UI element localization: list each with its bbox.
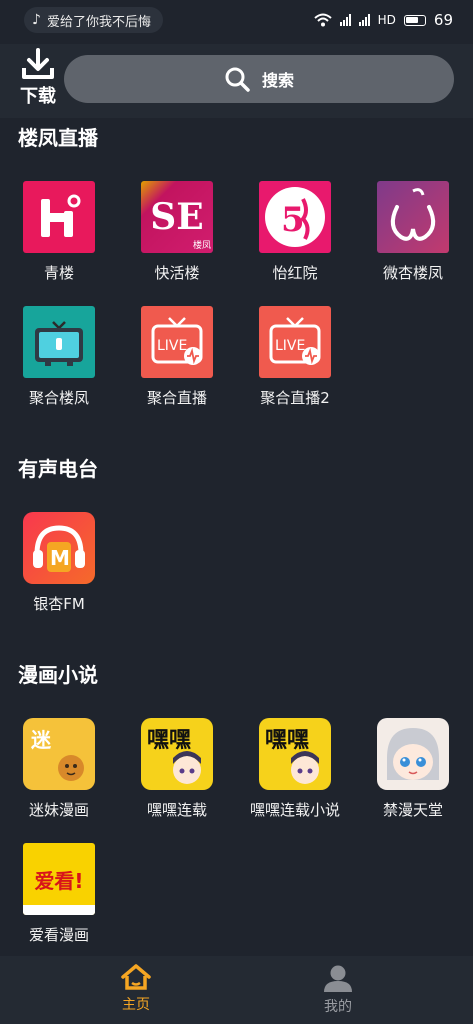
svg-text:5: 5 xyxy=(281,200,305,240)
tv-app-icon xyxy=(23,306,95,378)
svg-text:LIVE: LIVE xyxy=(275,338,305,354)
svg-text:LIVE: LIVE xyxy=(157,338,187,354)
app-tile-juhe-zhibo[interactable]: LIVE 聚合直播 xyxy=(118,306,236,408)
app-tile-heihei[interactable]: 嘿嘿 嘿嘿连载 xyxy=(118,718,236,820)
app-tile-aikan[interactable]: 爱看! 爱看漫画 xyxy=(0,843,118,945)
search-icon xyxy=(225,67,250,92)
download-icon xyxy=(22,48,54,79)
signal-1-icon xyxy=(339,14,351,26)
app-label: 聚合直播 xyxy=(146,389,207,407)
jinman-app-icon xyxy=(377,718,449,790)
music-note-icon: ♪ xyxy=(32,12,41,28)
mimei-app-icon: 迷 xyxy=(23,718,95,790)
heihei-novel-app-icon: 嘿嘿 xyxy=(259,718,331,790)
kuaihuolou-app-icon: SE 楼凤 xyxy=(141,181,213,253)
section-title-radio: 有声电台 xyxy=(18,457,98,481)
home-icon xyxy=(121,964,151,990)
aikan-app-icon: 爱看! xyxy=(23,843,95,915)
app-tile-yinxing-fm[interactable]: M 银杏FM xyxy=(0,512,118,614)
now-playing-pill[interactable]: ♪ 爱给了你我不后悔 xyxy=(24,7,163,33)
yihongyuan-app-icon: 5 xyxy=(259,181,331,253)
bottom-nav: 主页 我的 xyxy=(0,956,473,1024)
nav-mine-label: 我的 xyxy=(324,999,352,1015)
app-label: 嘿嘿连载 xyxy=(146,801,207,819)
app-tile-jinman[interactable]: 禁漫天堂 xyxy=(354,718,472,820)
snow-strip xyxy=(23,905,95,915)
app-tile-juhe-zhibo-2[interactable]: LIVE 聚合直播2 xyxy=(236,306,354,408)
app-label: 微杏楼凤 xyxy=(382,264,443,282)
app-label: 快活楼 xyxy=(154,264,200,282)
live-app-icon: LIVE xyxy=(141,306,213,378)
app-tile-mimei[interactable]: 迷 迷妹漫画 xyxy=(0,718,118,820)
app-label: 银杏FM xyxy=(33,595,85,613)
heihei-app-icon: 嘿嘿 xyxy=(141,718,213,790)
network-type: HD xyxy=(377,13,396,27)
kuaihuolou-tag: 楼凤 xyxy=(192,241,211,251)
download-button[interactable]: 下载 xyxy=(16,48,60,114)
section-title-comics: 漫画小说 xyxy=(18,663,98,687)
kuaihuolou-logo: SE xyxy=(150,196,204,238)
signal-2-icon xyxy=(358,14,370,26)
app-tile-kuaihuolou[interactable]: SE 楼凤 快活楼 xyxy=(118,181,236,283)
app-label: 嘿嘿连载小说 xyxy=(249,801,340,819)
aikan-logo: 爱看! xyxy=(34,868,84,893)
battery-level: 69 xyxy=(433,11,453,29)
app-label: 聚合楼凤 xyxy=(28,389,89,407)
svg-text:M: M xyxy=(50,546,70,570)
status-bar: ♪ 爱给了你我不后悔 HD 69 xyxy=(0,0,473,40)
nav-mine[interactable]: 我的 xyxy=(298,964,378,1016)
app-tile-juhe-loufeng[interactable]: 聚合楼凤 xyxy=(0,306,118,408)
top-header: 下载 搜索 xyxy=(0,44,473,118)
app-label: 聚合直播2 xyxy=(260,389,330,407)
user-icon xyxy=(324,965,352,992)
now-playing-text: 爱给了你我不后悔 xyxy=(46,14,151,30)
download-label: 下载 xyxy=(20,86,56,107)
app-tile-weixing[interactable]: 微杏楼凤 xyxy=(354,181,472,283)
app-label: 怡红院 xyxy=(272,264,318,282)
weixing-app-icon xyxy=(377,181,449,253)
search-bar[interactable]: 搜索 xyxy=(64,55,454,103)
app-label: 爱看漫画 xyxy=(28,926,89,944)
battery-icon xyxy=(403,14,426,26)
status-indicators: HD 69 xyxy=(313,11,453,29)
live2-app-icon: LIVE xyxy=(259,306,331,378)
app-tile-yihongyuan[interactable]: 5 怡红院 xyxy=(236,181,354,283)
search-placeholder: 搜索 xyxy=(261,71,294,90)
app-tile-heihei-novel[interactable]: 嘿嘿 嘿嘿连载小说 xyxy=(236,718,354,820)
section-title-loufeng: 楼凤直播 xyxy=(18,126,98,150)
qinglou-app-icon xyxy=(23,181,95,253)
app-label: 迷妹漫画 xyxy=(28,801,89,819)
wifi-icon xyxy=(313,13,332,27)
app-label: 青楼 xyxy=(43,264,74,282)
app-tile-qinglou[interactable]: 青楼 xyxy=(0,181,118,283)
nav-home-label: 主页 xyxy=(122,997,150,1013)
headphones-app-icon: M xyxy=(23,512,95,584)
nav-home[interactable]: 主页 xyxy=(96,964,176,1014)
app-label: 禁漫天堂 xyxy=(382,801,443,819)
